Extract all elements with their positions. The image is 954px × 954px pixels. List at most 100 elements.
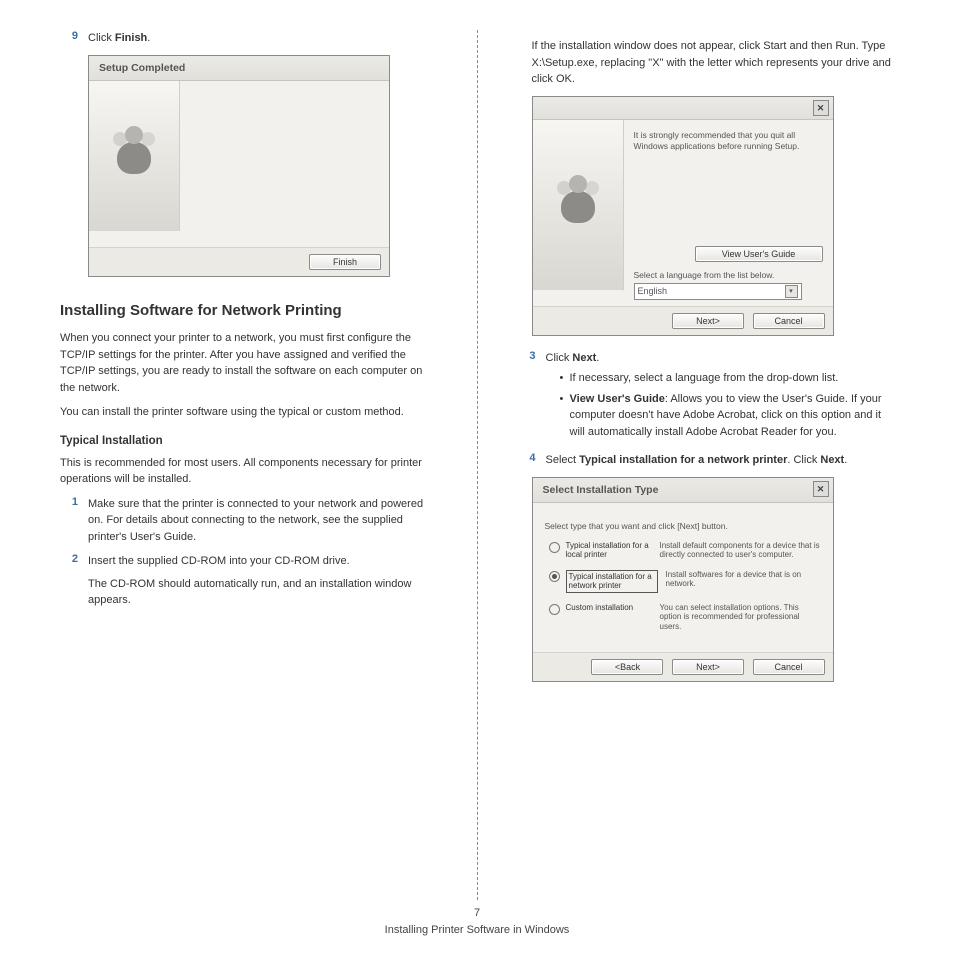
t: . [596, 352, 599, 364]
language-value: English [638, 286, 668, 296]
step-number: 2 [60, 553, 78, 565]
wizard-main: It is strongly recommended that you quit… [624, 120, 833, 306]
bullet-dot: • [560, 391, 570, 441]
step-2: 2 Insert the supplied CD-ROM into your C… [60, 553, 437, 609]
radio-icon [549, 542, 560, 553]
people-icon [553, 175, 603, 235]
t: Select [546, 454, 580, 466]
t: . [844, 454, 847, 466]
wizard-content: Select type that you want and click [Nex… [533, 503, 833, 652]
bullet-text: If necessary, select a language from the… [570, 370, 839, 387]
option-desc: Install default components for a device … [652, 541, 821, 560]
step-text: Click Next. • If necessary, select a lan… [546, 350, 895, 445]
next-button[interactable]: Next> [672, 313, 744, 329]
bullet: • View User's Guide: Allows you to view … [560, 391, 895, 441]
t: . [572, 73, 575, 85]
t: Insert the supplied CD-ROM into your CD-… [88, 553, 437, 570]
step-number: 1 [60, 496, 78, 508]
step-4: 4 Select Typical installation for a netw… [518, 452, 895, 469]
wizard-body: It is strongly recommended that you quit… [533, 120, 833, 306]
t: . [147, 32, 150, 44]
t: . Type [856, 40, 886, 52]
right-column: If the installation window does not appe… [518, 30, 895, 900]
wizard-install-type: Select Installation Type ✕ Select type t… [532, 477, 834, 682]
step-text: Select Typical installation for a networ… [546, 452, 895, 469]
wizard-title: Setup Completed [89, 56, 389, 81]
column-layout: 9 Click Finish. Setup Completed [60, 30, 894, 900]
t: X:\Setup.exe [532, 57, 595, 69]
page-number: 7 [0, 905, 954, 922]
wizard-title-text: Select Installation Type [543, 484, 659, 496]
option-label: Typical installation for a network print… [566, 570, 658, 593]
step-number: 4 [518, 452, 536, 464]
option-label: Typical installation for a local printer [566, 541, 652, 560]
t: and then [786, 40, 835, 52]
page-footer: 7 Installing Printer Software in Windows [0, 905, 954, 938]
language-label: Select a language from the list below. [634, 270, 823, 280]
option-custom[interactable]: Custom installation You can select insta… [545, 603, 821, 632]
t: Finish [115, 32, 147, 44]
step-1: 1 Make sure that the printer is connecte… [60, 496, 437, 546]
paragraph: If the installation window does not appe… [532, 38, 895, 88]
step-text: Insert the supplied CD-ROM into your CD-… [88, 553, 437, 609]
column-divider [477, 30, 478, 900]
bullet-dot: • [560, 370, 570, 387]
option-network[interactable]: Typical installation for a network print… [545, 570, 821, 593]
step-text: Make sure that the printer is connected … [88, 496, 437, 546]
paragraph: When you connect your printer to a netwo… [60, 330, 437, 396]
footer-caption: Installing Printer Software in Windows [0, 922, 954, 939]
step-9: 9 Click Finish. [60, 30, 437, 47]
view-guide-button[interactable]: View User's Guide [695, 246, 823, 262]
t: Click [88, 32, 115, 44]
language-select[interactable]: English ▾ [634, 283, 802, 300]
paragraph: You can install the printer software usi… [60, 404, 437, 421]
option-desc: You can select installation options. Thi… [652, 603, 821, 632]
option-local[interactable]: Typical installation for a local printer… [545, 541, 821, 560]
back-button[interactable]: <Back [591, 659, 663, 675]
t: The CD-ROM should automatically run, and… [88, 576, 437, 609]
radio-icon [549, 604, 560, 615]
cancel-button[interactable]: Cancel [753, 313, 825, 329]
section-heading: Installing Software for Network Printing [60, 301, 437, 321]
subheading: Typical Installation [60, 435, 437, 447]
wizard-title: Select Installation Type ✕ [533, 478, 833, 503]
button-row: Finish [89, 247, 389, 276]
t: If the installation window does not appe… [532, 40, 764, 52]
step-text: Click Finish. [88, 30, 437, 47]
wizard-main [180, 81, 389, 247]
finish-button[interactable]: Finish [309, 254, 381, 270]
left-column: 9 Click Finish. Setup Completed [60, 30, 437, 900]
wizard-language: ✕ It is strongly recommended that you qu… [532, 96, 834, 336]
wizard-setup-completed: Setup Completed Finish [88, 55, 390, 277]
radio-icon [549, 571, 560, 582]
option-label: Custom installation [566, 603, 652, 613]
next-button[interactable]: Next> [672, 659, 744, 675]
t: Click [546, 352, 573, 364]
option-desc: Install softwares for a device that is o… [658, 570, 821, 589]
wizard-sidebar [533, 120, 624, 290]
wizard-titlebar: ✕ [533, 97, 833, 120]
t: View User's Guide [570, 393, 665, 405]
cancel-button[interactable]: Cancel [753, 659, 825, 675]
t: Start [763, 40, 786, 52]
wizard-sidebar [89, 81, 180, 231]
step-number: 9 [60, 30, 78, 42]
t: Next [572, 352, 596, 364]
language-row: Select a language from the list below. E… [634, 270, 823, 300]
wizard-body [89, 81, 389, 247]
page: 9 Click Finish. Setup Completed [0, 0, 954, 954]
people-icon [109, 126, 159, 186]
t: . Click [787, 454, 820, 466]
step-number: 3 [518, 350, 536, 362]
wizard-message: It is strongly recommended that you quit… [634, 130, 823, 152]
close-icon[interactable]: ✕ [813, 100, 829, 116]
chevron-down-icon: ▾ [785, 285, 798, 298]
t: Run [835, 40, 855, 52]
wizard-hint: Select type that you want and click [Nex… [545, 521, 821, 531]
paragraph: This is recommended for most users. All … [60, 455, 437, 488]
close-icon[interactable]: ✕ [813, 481, 829, 497]
t: Next [820, 454, 844, 466]
button-row: Next> Cancel [533, 306, 833, 335]
bullet-text: View User's Guide: Allows you to view th… [570, 391, 895, 441]
t: Typical installation for a network print… [579, 454, 787, 466]
